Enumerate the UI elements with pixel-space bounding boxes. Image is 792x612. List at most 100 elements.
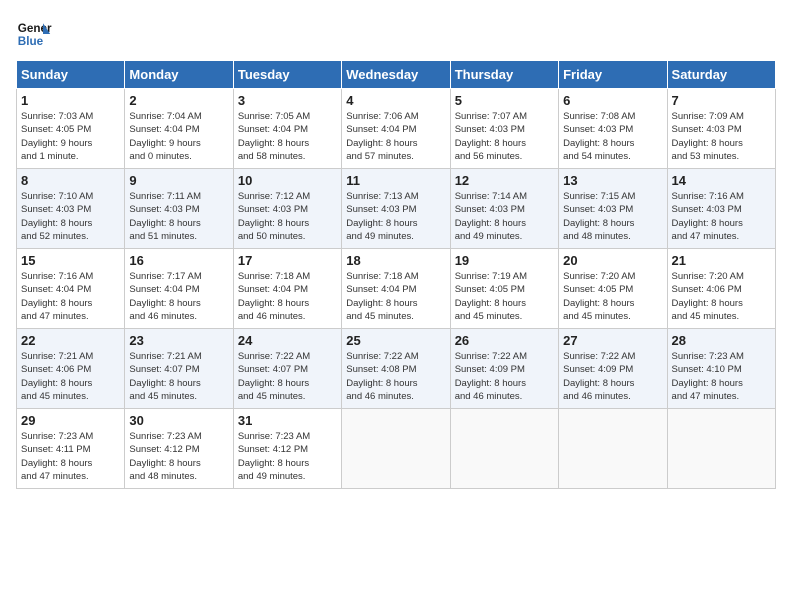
calendar-cell	[342, 409, 450, 489]
calendar-cell: 7 Sunrise: 7:09 AM Sunset: 4:03 PM Daylig…	[667, 89, 775, 169]
day-info: Sunrise: 7:19 AM Sunset: 4:05 PM Dayligh…	[455, 270, 554, 323]
calendar-cell: 15 Sunrise: 7:16 AM Sunset: 4:04 PM Dayli…	[17, 249, 125, 329]
calendar-cell: 28 Sunrise: 7:23 AM Sunset: 4:10 PM Dayli…	[667, 329, 775, 409]
day-number: 21	[672, 253, 771, 268]
day-info: Sunrise: 7:03 AM Sunset: 4:05 PM Dayligh…	[21, 110, 120, 163]
day-number: 25	[346, 333, 445, 348]
calendar-cell: 8 Sunrise: 7:10 AM Sunset: 4:03 PM Daylig…	[17, 169, 125, 249]
calendar-week-row: 29Sunrise: 7:23 AM Sunset: 4:11 PM Dayli…	[17, 409, 776, 489]
day-info: Sunrise: 7:17 AM Sunset: 4:04 PM Dayligh…	[129, 270, 228, 323]
day-number: 24	[238, 333, 337, 348]
calendar-cell: 24 Sunrise: 7:22 AM Sunset: 4:07 PM Dayli…	[233, 329, 341, 409]
day-number: 28	[672, 333, 771, 348]
day-info: Sunrise: 7:21 AM Sunset: 4:06 PM Dayligh…	[21, 350, 120, 403]
day-info: Sunrise: 7:04 AM Sunset: 4:04 PM Dayligh…	[129, 110, 228, 163]
column-header-thursday: Thursday	[450, 61, 558, 89]
day-info: Sunrise: 7:08 AM Sunset: 4:03 PM Dayligh…	[563, 110, 662, 163]
column-header-wednesday: Wednesday	[342, 61, 450, 89]
calendar-cell: 21Sunrise: 7:20 AM Sunset: 4:06 PM Dayli…	[667, 249, 775, 329]
day-info: Sunrise: 7:16 AM Sunset: 4:04 PM Dayligh…	[21, 270, 120, 323]
calendar-cell: 4 Sunrise: 7:06 AM Sunset: 4:04 PM Daylig…	[342, 89, 450, 169]
calendar-cell	[450, 409, 558, 489]
day-number: 9	[129, 173, 228, 188]
calendar-cell: 3 Sunrise: 7:05 AM Sunset: 4:04 PM Daylig…	[233, 89, 341, 169]
day-info: Sunrise: 7:06 AM Sunset: 4:04 PM Dayligh…	[346, 110, 445, 163]
day-number: 12	[455, 173, 554, 188]
calendar-week-row: 8 Sunrise: 7:10 AM Sunset: 4:03 PM Daylig…	[17, 169, 776, 249]
day-number: 14	[672, 173, 771, 188]
day-number: 30	[129, 413, 228, 428]
calendar-cell	[667, 409, 775, 489]
day-number: 8	[21, 173, 120, 188]
day-number: 13	[563, 173, 662, 188]
calendar-cell: 25Sunrise: 7:22 AM Sunset: 4:08 PM Dayli…	[342, 329, 450, 409]
calendar-cell: 9 Sunrise: 7:11 AM Sunset: 4:03 PM Daylig…	[125, 169, 233, 249]
calendar-cell: 13 Sunrise: 7:15 AM Sunset: 4:03 PM Dayli…	[559, 169, 667, 249]
day-number: 17	[238, 253, 337, 268]
day-info: Sunrise: 7:22 AM Sunset: 4:09 PM Dayligh…	[455, 350, 554, 403]
day-info: Sunrise: 7:10 AM Sunset: 4:03 PM Dayligh…	[21, 190, 120, 243]
day-number: 31	[238, 413, 337, 428]
calendar-cell: 11Sunrise: 7:13 AM Sunset: 4:03 PM Dayli…	[342, 169, 450, 249]
day-info: Sunrise: 7:14 AM Sunset: 4:03 PM Dayligh…	[455, 190, 554, 243]
calendar-cell: 22 Sunrise: 7:21 AM Sunset: 4:06 PM Dayli…	[17, 329, 125, 409]
day-number: 7	[672, 93, 771, 108]
day-info: Sunrise: 7:07 AM Sunset: 4:03 PM Dayligh…	[455, 110, 554, 163]
calendar-week-row: 22 Sunrise: 7:21 AM Sunset: 4:06 PM Dayli…	[17, 329, 776, 409]
day-info: Sunrise: 7:09 AM Sunset: 4:03 PM Dayligh…	[672, 110, 771, 163]
day-info: Sunrise: 7:11 AM Sunset: 4:03 PM Dayligh…	[129, 190, 228, 243]
day-number: 19	[455, 253, 554, 268]
calendar-table: SundayMondayTuesdayWednesdayThursdayFrid…	[16, 60, 776, 489]
day-number: 4	[346, 93, 445, 108]
column-header-tuesday: Tuesday	[233, 61, 341, 89]
calendar-cell: 1 Sunrise: 7:03 AM Sunset: 4:05 PM Daylig…	[17, 89, 125, 169]
day-info: Sunrise: 7:22 AM Sunset: 4:09 PM Dayligh…	[563, 350, 662, 403]
header: General Blue	[16, 16, 776, 52]
calendar-cell: 27 Sunrise: 7:22 AM Sunset: 4:09 PM Dayli…	[559, 329, 667, 409]
column-header-saturday: Saturday	[667, 61, 775, 89]
calendar-cell: 26Sunrise: 7:22 AM Sunset: 4:09 PM Dayli…	[450, 329, 558, 409]
day-info: Sunrise: 7:23 AM Sunset: 4:12 PM Dayligh…	[238, 430, 337, 483]
day-number: 1	[21, 93, 120, 108]
day-info: Sunrise: 7:21 AM Sunset: 4:07 PM Dayligh…	[129, 350, 228, 403]
day-number: 15	[21, 253, 120, 268]
day-number: 3	[238, 93, 337, 108]
calendar-header-row: SundayMondayTuesdayWednesdayThursdayFrid…	[17, 61, 776, 89]
calendar-cell: 14Sunrise: 7:16 AM Sunset: 4:03 PM Dayli…	[667, 169, 775, 249]
calendar-cell: 5 Sunrise: 7:07 AM Sunset: 4:03 PM Daylig…	[450, 89, 558, 169]
calendar-cell: 19 Sunrise: 7:19 AM Sunset: 4:05 PM Dayli…	[450, 249, 558, 329]
day-info: Sunrise: 7:15 AM Sunset: 4:03 PM Dayligh…	[563, 190, 662, 243]
day-number: 23	[129, 333, 228, 348]
day-number: 11	[346, 173, 445, 188]
calendar-week-row: 1 Sunrise: 7:03 AM Sunset: 4:05 PM Daylig…	[17, 89, 776, 169]
calendar-cell: 31 Sunrise: 7:23 AM Sunset: 4:12 PM Dayli…	[233, 409, 341, 489]
day-number: 27	[563, 333, 662, 348]
calendar-body: 1 Sunrise: 7:03 AM Sunset: 4:05 PM Daylig…	[17, 89, 776, 489]
calendar-cell: 10Sunrise: 7:12 AM Sunset: 4:03 PM Dayli…	[233, 169, 341, 249]
logo-icon: General Blue	[16, 16, 52, 52]
day-info: Sunrise: 7:23 AM Sunset: 4:10 PM Dayligh…	[672, 350, 771, 403]
calendar-cell: 2 Sunrise: 7:04 AM Sunset: 4:04 PM Daylig…	[125, 89, 233, 169]
svg-text:Blue: Blue	[18, 35, 44, 48]
day-number: 20	[563, 253, 662, 268]
day-info: Sunrise: 7:18 AM Sunset: 4:04 PM Dayligh…	[238, 270, 337, 323]
day-number: 2	[129, 93, 228, 108]
column-header-friday: Friday	[559, 61, 667, 89]
calendar-cell: 29Sunrise: 7:23 AM Sunset: 4:11 PM Dayli…	[17, 409, 125, 489]
logo: General Blue	[16, 16, 52, 52]
calendar-cell: 20 Sunrise: 7:20 AM Sunset: 4:05 PM Dayli…	[559, 249, 667, 329]
day-number: 29	[21, 413, 120, 428]
day-number: 10	[238, 173, 337, 188]
day-info: Sunrise: 7:20 AM Sunset: 4:05 PM Dayligh…	[563, 270, 662, 323]
day-info: Sunrise: 7:22 AM Sunset: 4:07 PM Dayligh…	[238, 350, 337, 403]
day-number: 16	[129, 253, 228, 268]
calendar-cell: 12 Sunrise: 7:14 AM Sunset: 4:03 PM Dayli…	[450, 169, 558, 249]
day-number: 22	[21, 333, 120, 348]
calendar-week-row: 15 Sunrise: 7:16 AM Sunset: 4:04 PM Dayli…	[17, 249, 776, 329]
calendar-cell: 6Sunrise: 7:08 AM Sunset: 4:03 PM Daylig…	[559, 89, 667, 169]
calendar-cell: 16 Sunrise: 7:17 AM Sunset: 4:04 PM Dayli…	[125, 249, 233, 329]
calendar-cell	[559, 409, 667, 489]
day-info: Sunrise: 7:05 AM Sunset: 4:04 PM Dayligh…	[238, 110, 337, 163]
calendar-cell: 30Sunrise: 7:23 AM Sunset: 4:12 PM Dayli…	[125, 409, 233, 489]
day-number: 5	[455, 93, 554, 108]
